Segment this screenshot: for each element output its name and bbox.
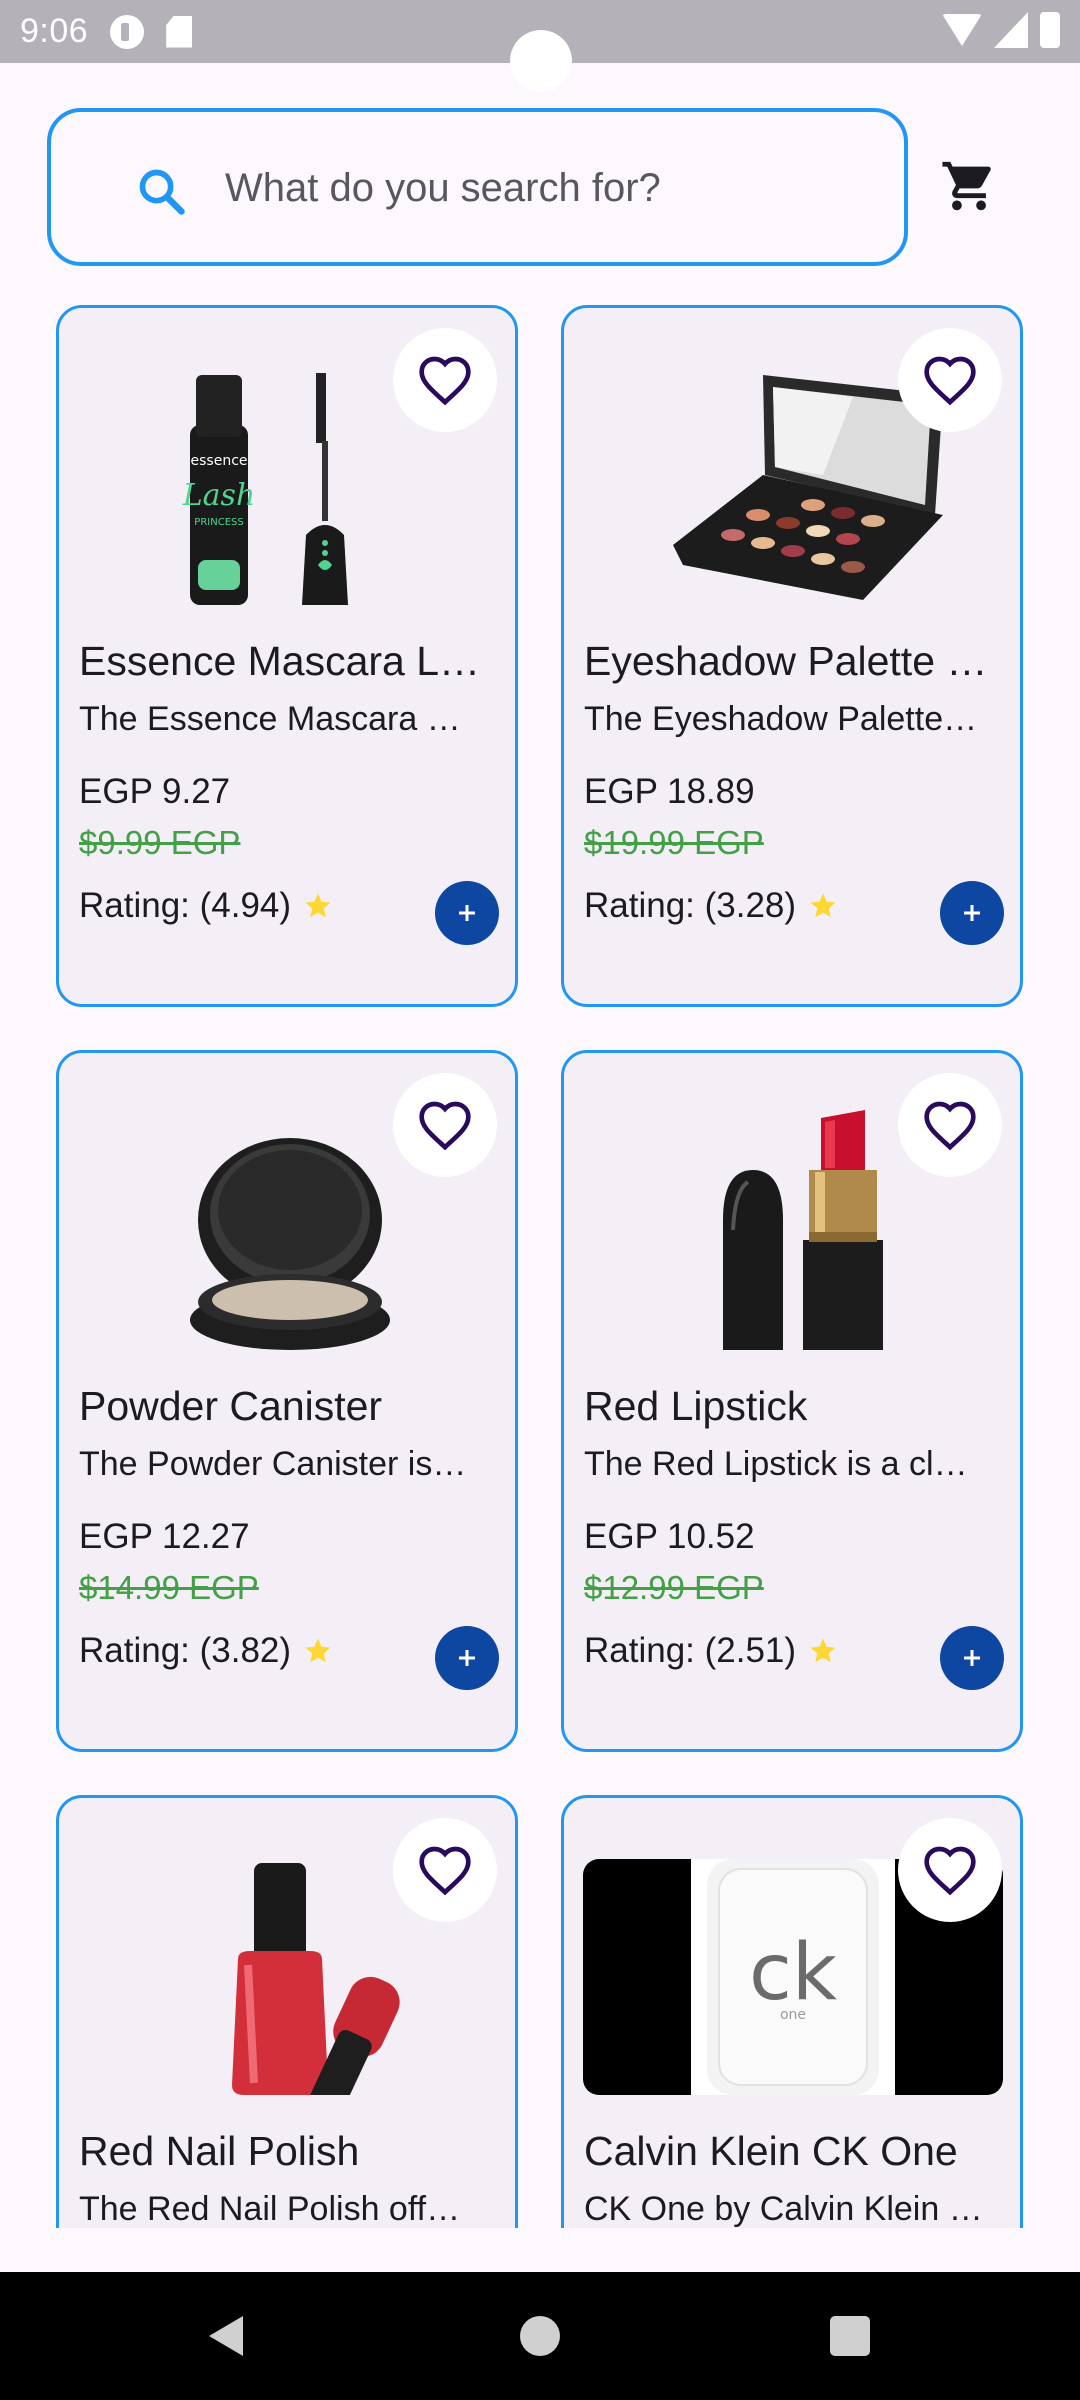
- rating-text: Rating: (3.28): [584, 886, 797, 925]
- product-title: Powder Canister: [79, 1383, 383, 1429]
- favorite-button[interactable]: [898, 328, 1002, 432]
- product-price: EGP 10.52: [584, 1517, 755, 1556]
- heart-outline-icon: [419, 1846, 471, 1896]
- search-bar[interactable]: [47, 108, 908, 266]
- rating-text: Rating: (2.51): [584, 1631, 797, 1670]
- product-card[interactable]: ck one Calvin Klein CK One CK One by Cal…: [561, 1795, 1023, 2228]
- star-icon: [305, 1638, 331, 1663]
- product-rating: Rating: (4.94): [79, 886, 333, 926]
- product-title: Red Lipstick: [584, 1383, 808, 1429]
- favorite-button[interactable]: [898, 1818, 1002, 1922]
- svg-text:PRINCESS: PRINCESS: [194, 517, 243, 528]
- plus-icon: [459, 905, 475, 921]
- heart-outline-icon: [924, 1846, 976, 1896]
- svg-text:essence: essence: [191, 453, 248, 469]
- heart-outline-icon: [924, 1101, 976, 1151]
- favorite-button[interactable]: [393, 1073, 497, 1177]
- plus-icon: [964, 1650, 980, 1666]
- product-card[interactable]: Eyeshadow Palette … The Eyeshadow Palett…: [561, 305, 1023, 1007]
- star-icon: [810, 893, 836, 918]
- plus-icon: [964, 905, 980, 921]
- product-title: Essence Mascara L…: [79, 638, 481, 684]
- home-icon[interactable]: [520, 2316, 560, 2356]
- product-price: EGP 12.27: [79, 1517, 250, 1556]
- recents-icon[interactable]: [830, 2316, 870, 2356]
- search-icon: [139, 169, 185, 215]
- add-to-cart-button[interactable]: [940, 1626, 1004, 1690]
- favorite-button[interactable]: [393, 1818, 497, 1922]
- product-old-price: $14.99 EGP: [79, 1569, 259, 1606]
- add-to-cart-button[interactable]: [435, 1626, 499, 1690]
- product-description: The Eyeshadow Palette…: [584, 700, 978, 738]
- heart-outline-icon: [419, 1101, 471, 1151]
- product-description: The Red Lipstick is a cl…: [584, 1445, 968, 1483]
- rating-text: Rating: (3.82): [79, 1631, 292, 1670]
- product-card[interactable]: Red Lipstick The Red Lipstick is a cl… E…: [561, 1050, 1023, 1752]
- back-icon[interactable]: [205, 2314, 245, 2358]
- product-price: EGP 18.89: [584, 772, 755, 811]
- product-title: Red Nail Polish: [79, 2128, 360, 2174]
- star-icon: [810, 1638, 836, 1663]
- cart-button[interactable]: [936, 156, 1002, 216]
- perfume-sublabel: one: [780, 2007, 806, 2023]
- favorite-button[interactable]: [393, 328, 497, 432]
- svg-text:Lash: Lash: [182, 478, 256, 513]
- product-description: CK One by Calvin Klein …: [584, 2190, 983, 2228]
- product-old-price: $19.99 EGP: [584, 824, 764, 861]
- system-nav-bar: [0, 2272, 1080, 2400]
- heart-outline-icon: [419, 356, 471, 406]
- product-grid[interactable]: essence Lash PRINCESS Essence Mascara L……: [0, 0, 1080, 2228]
- product-old-price: $9.99 EGP: [79, 824, 241, 861]
- product-rating: Rating: (2.51): [584, 1631, 838, 1671]
- product-card[interactable]: Red Nail Polish The Red Nail Polish off…: [56, 1795, 518, 2228]
- shopping-cart-icon: [942, 161, 991, 211]
- heart-outline-icon: [924, 356, 976, 406]
- favorite-button[interactable]: [898, 1073, 1002, 1177]
- product-description: The Powder Canister is…: [79, 1445, 467, 1483]
- product-title: Eyeshadow Palette …: [584, 638, 988, 684]
- add-to-cart-button[interactable]: [435, 881, 499, 945]
- product-rating: Rating: (3.82): [79, 1631, 333, 1671]
- product-title: Calvin Klein CK One: [584, 2128, 958, 2174]
- plus-icon: [459, 1650, 475, 1666]
- product-description: The Essence Mascara …: [79, 700, 461, 738]
- perfume-label: ck: [749, 1928, 837, 2018]
- product-rating: Rating: (3.28): [584, 886, 838, 926]
- product-card[interactable]: Powder Canister The Powder Canister is… …: [56, 1050, 518, 1752]
- product-price: EGP 9.27: [79, 772, 231, 811]
- product-old-price: $12.99 EGP: [584, 1569, 764, 1606]
- search-input[interactable]: [225, 152, 865, 224]
- rating-text: Rating: (4.94): [79, 886, 292, 925]
- product-card[interactable]: essence Lash PRINCESS Essence Mascara L……: [56, 305, 518, 1007]
- star-icon: [305, 893, 331, 918]
- add-to-cart-button[interactable]: [940, 881, 1004, 945]
- product-description: The Red Nail Polish off…: [79, 2190, 461, 2228]
